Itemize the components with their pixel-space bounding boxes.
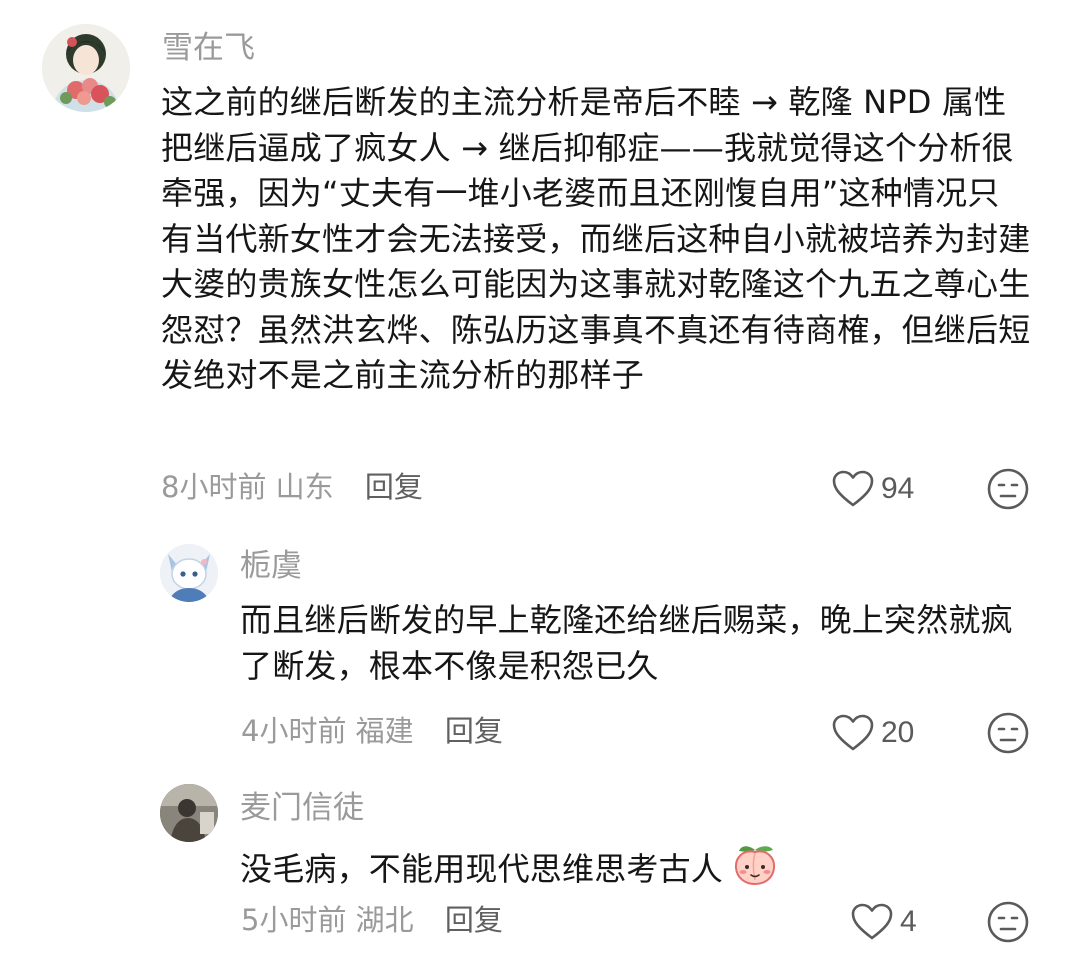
reply-comment-item: 栀虞 而且继后断发的早上乾隆还给继后赐菜，晚上突然就疯了断发，根本不像是积怨已久…: [0, 530, 1069, 760]
comment-text: 而且继后断发的早上乾隆还给继后赐菜，晚上突然就疯了断发，根本不像是积怨已久: [240, 601, 1013, 685]
comment-time: 8小时前: [161, 470, 267, 504]
heart-outline-icon: [832, 470, 874, 507]
comment-username[interactable]: 雪在飞: [162, 28, 255, 68]
avatar[interactable]: [42, 24, 130, 112]
dislike-button[interactable]: [986, 711, 1030, 755]
comment-text-body: 没毛病，不能用现代思维思考古人: [240, 850, 724, 888]
comment-text: 这之前的继后断发的主流分析是帝后不睦 → 乾隆 NPD 属性把继后逼成了疯女人 …: [161, 83, 1031, 394]
dislike-face-icon: [987, 901, 1029, 943]
comment-meta: 5小时前 湖北 回复: [241, 900, 503, 940]
reply-button[interactable]: 回复: [445, 714, 503, 748]
comment-location: 湖北: [355, 903, 414, 937]
avatar-illustration: [160, 544, 218, 602]
comment-username[interactable]: 麦门信徒: [240, 788, 364, 828]
avatar-illustration: [42, 24, 130, 112]
heart-outline-icon: [832, 714, 874, 751]
like-count: 94: [881, 472, 915, 505]
comment-item: 雪在飞 这之前的继后断发的主流分析是帝后不睦 → 乾隆 NPD 属性把继后逼成了…: [0, 0, 1069, 520]
reply-button[interactable]: 回复: [365, 470, 423, 504]
reply-comment-item: 麦门信徒 没毛病，不能用现代思维思考古人 5小时前 湖北 回复 4: [0, 772, 1069, 960]
reply-button[interactable]: 回复: [445, 903, 503, 937]
dislike-face-icon: [987, 468, 1029, 510]
comment-location: 山东: [275, 470, 334, 504]
dislike-button[interactable]: [986, 467, 1030, 511]
heart-outline-icon: [851, 903, 893, 940]
dislike-button[interactable]: [986, 900, 1030, 944]
comment-meta: 4小时前 福建 回复: [241, 711, 503, 751]
comment-meta: 8小时前 山东 回复: [161, 467, 423, 507]
like-button[interactable]: 4: [850, 900, 917, 944]
like-count: 20: [881, 716, 915, 749]
avatar[interactable]: [160, 784, 218, 842]
like-button[interactable]: 20: [831, 711, 914, 755]
like-button[interactable]: 94: [831, 467, 914, 511]
dislike-face-icon: [987, 712, 1029, 754]
comment-username[interactable]: 栀虞: [240, 546, 302, 586]
like-count: 4: [900, 905, 917, 938]
comment-location: 福建: [355, 714, 414, 748]
avatar[interactable]: [160, 544, 218, 602]
comment-time: 4小时前: [241, 714, 347, 748]
comment-text: 没毛病，不能用现代思维思考古人: [240, 840, 1020, 893]
peach-face-emoji: [735, 846, 776, 886]
comment-time: 5小时前: [241, 903, 347, 937]
avatar-photo: [160, 784, 218, 842]
